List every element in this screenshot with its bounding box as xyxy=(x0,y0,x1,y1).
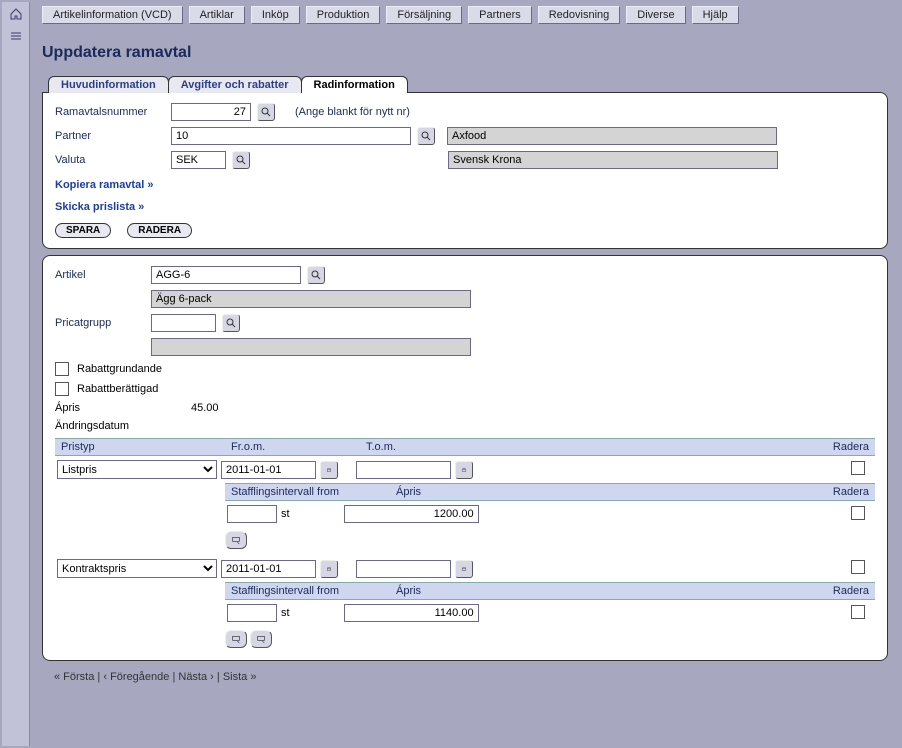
hint-ramavtalsnummer: (Ange blankt för nytt nr) xyxy=(295,106,410,118)
input-tom-1[interactable] xyxy=(356,560,451,578)
input-tom-0[interactable] xyxy=(356,461,451,479)
tab-huvudinformation[interactable]: Huvudinformation xyxy=(48,76,169,93)
th-from: Fr.o.m. xyxy=(225,439,360,455)
unit-0: st xyxy=(281,508,290,520)
label-rabattgrundande: Rabattgrundande xyxy=(77,363,162,375)
input-apris-1[interactable] xyxy=(344,604,479,622)
label-partner: Partner xyxy=(55,130,165,142)
input-interval-1[interactable] xyxy=(227,604,277,622)
checkbox-rabattberattigad[interactable] xyxy=(55,382,69,396)
delete-button[interactable]: RADERA xyxy=(127,223,192,238)
lookup-partner[interactable] xyxy=(417,127,435,145)
nav-redovisning[interactable]: Redovisning xyxy=(538,6,621,24)
label-valuta: Valuta xyxy=(55,154,165,166)
input-from-0[interactable] xyxy=(221,461,316,479)
nav-artiklar[interactable]: Artiklar xyxy=(189,6,245,24)
tab-avgifter[interactable]: Avgifter och rabatter xyxy=(168,76,302,93)
th-interval-0: Stafflingsintervall from xyxy=(225,484,390,500)
th-apris-0: Ápris xyxy=(390,484,530,500)
lookup-artikel[interactable] xyxy=(307,266,325,284)
checkbox-radera-row-0[interactable] xyxy=(851,461,865,475)
label-pricatgrupp: Pricatgrupp xyxy=(55,317,145,329)
lookup-ramavtalsnummer[interactable] xyxy=(257,103,275,121)
label-apris: Ápris xyxy=(55,402,185,414)
input-pricatgrupp[interactable] xyxy=(151,314,216,332)
input-apris-0[interactable] xyxy=(344,505,479,523)
top-nav: Artikelinformation (VCD) Artiklar Inköp … xyxy=(30,2,900,34)
staffling-row-1: st xyxy=(225,600,875,626)
nav-artikelinformation[interactable]: Artikelinformation (VCD) xyxy=(42,6,183,24)
label-ramavtalsnummer: Ramavtalsnummer xyxy=(55,106,165,118)
checkbox-radera-staff-0[interactable] xyxy=(851,506,865,520)
add-price-row[interactable] xyxy=(250,630,272,648)
link-skicka-prislista[interactable]: Skicka prislista » xyxy=(55,201,875,213)
save-button[interactable]: SPARA xyxy=(55,223,111,238)
value-apris: 45.00 xyxy=(191,402,219,414)
unit-1: st xyxy=(281,607,290,619)
pricatgrupp-name xyxy=(151,338,471,356)
input-partner[interactable] xyxy=(171,127,411,145)
calendar-tom-0[interactable] xyxy=(455,461,473,479)
th-apris-1: Ápris xyxy=(390,583,530,599)
nav-partners[interactable]: Partners xyxy=(468,6,532,24)
th-radera-0: Radera xyxy=(530,484,875,500)
nav-produktion[interactable]: Produktion xyxy=(306,6,381,24)
checkbox-radera-staff-1[interactable] xyxy=(851,605,865,619)
pager-prev[interactable]: ‹ Föregående xyxy=(103,671,169,683)
staffling-row-0: st xyxy=(225,501,875,527)
th-interval-1: Stafflingsintervall from xyxy=(225,583,390,599)
th-tom: T.o.m. xyxy=(360,439,495,455)
nav-hjalp[interactable]: Hjälp xyxy=(692,6,739,24)
input-artikel[interactable] xyxy=(151,266,301,284)
pager-next[interactable]: Nästa › xyxy=(178,671,213,683)
calendar-tom-1[interactable] xyxy=(455,560,473,578)
input-valuta[interactable] xyxy=(171,151,226,169)
price-row: Kontraktspris xyxy=(55,555,875,582)
add-staffling-0[interactable] xyxy=(225,531,247,549)
lookup-pricatgrupp[interactable] xyxy=(222,314,240,332)
nav-diverse[interactable]: Diverse xyxy=(626,6,685,24)
input-from-1[interactable] xyxy=(221,560,316,578)
add-staffling-1[interactable] xyxy=(225,630,247,648)
tab-radinformation[interactable]: Radinformation xyxy=(301,76,408,93)
artikel-name: Ägg 6-pack xyxy=(151,290,471,308)
nav-inkop[interactable]: Inköp xyxy=(251,6,300,24)
input-ramavtalsnummer[interactable] xyxy=(171,103,251,121)
th-pristyp: Pristyp xyxy=(55,439,225,455)
pager-last[interactable]: Sista » xyxy=(223,671,257,683)
select-pristyp-1[interactable]: Kontraktspris xyxy=(57,559,217,578)
home-icon[interactable] xyxy=(8,6,24,22)
tabstrip: Huvudinformation Avgifter och rabatter R… xyxy=(48,76,888,93)
partner-name: Axfood xyxy=(447,127,777,145)
link-kopiera-ramavtal[interactable]: Kopiera ramavtal » xyxy=(55,179,875,191)
lookup-valuta[interactable] xyxy=(232,151,250,169)
label-rabattberattigad: Rabattberättigad xyxy=(77,383,158,395)
price-row: Listpris xyxy=(55,456,875,483)
label-andringsdatum: Ändringsdatum xyxy=(55,420,185,432)
panel-radinfo: Artikel Ägg 6-pack Pricatgrupp xyxy=(42,255,888,661)
menu-icon[interactable] xyxy=(8,28,24,44)
calendar-from-0[interactable] xyxy=(320,461,338,479)
calendar-from-1[interactable] xyxy=(320,560,338,578)
checkbox-rabattgrundande[interactable] xyxy=(55,362,69,376)
th-radera: Radera xyxy=(495,439,875,455)
th-radera-1: Radera xyxy=(530,583,875,599)
checkbox-radera-row-1[interactable] xyxy=(851,560,865,574)
nav-forsaljning[interactable]: Försäljning xyxy=(386,6,462,24)
input-interval-0[interactable] xyxy=(227,505,277,523)
page-title: Uppdatera ramavtal xyxy=(42,44,888,62)
pager-first[interactable]: « Första xyxy=(54,671,94,683)
valuta-name: Svensk Krona xyxy=(448,151,778,169)
panel-head: Ramavtalsnummer (Ange blankt för nytt nr… xyxy=(42,92,888,249)
select-pristyp-0[interactable]: Listpris xyxy=(57,460,217,479)
label-artikel: Artikel xyxy=(55,269,145,281)
pager: « Första | ‹ Föregående | Nästa › | Sist… xyxy=(42,671,888,683)
